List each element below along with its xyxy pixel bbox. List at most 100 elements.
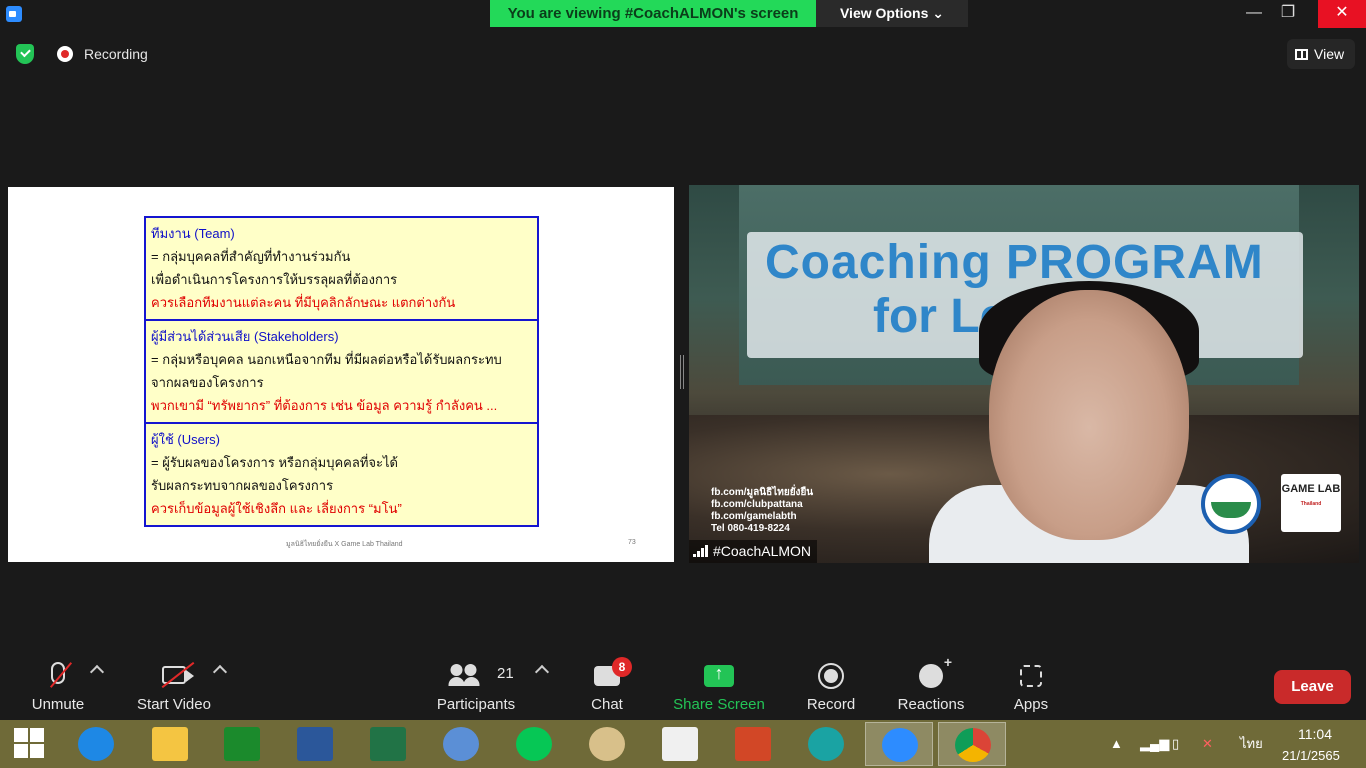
taskbar-excel[interactable] — [354, 722, 422, 766]
input-language[interactable]: ไทย — [1240, 720, 1263, 768]
view-label: View — [1314, 46, 1345, 62]
emoji-icon — [919, 654, 952, 688]
slide-footer: มูลนิธิไทยยั่งยืน X Game Lab Thailand — [286, 541, 403, 548]
participant-count: 21 — [497, 665, 514, 682]
participants-label: Participants — [436, 696, 516, 713]
leave-meeting-button[interactable]: Leave — [1274, 670, 1351, 704]
grid-icon — [1295, 49, 1308, 60]
section-highlight: ควรเก็บข้อมูลผู้ใช้เชิงลึก และ เลี่ยงการ… — [151, 501, 402, 516]
participant-video[interactable]: Coaching PROGRAM for Le er fb.com/มูลนิธ… — [689, 185, 1359, 563]
volume-muted-icon[interactable]: ✕ — [1202, 720, 1213, 768]
chat-label: Chat — [591, 696, 623, 713]
contact-line: fb.com/gamelabth — [711, 511, 797, 522]
taskbar-lisrel[interactable] — [646, 722, 714, 766]
start-video-label: Start Video — [137, 696, 211, 713]
windows-start-icon[interactable] — [14, 728, 46, 760]
share-screen-button[interactable]: Share Screen — [670, 656, 768, 716]
gamelab-logo-sub: Thailand — [1300, 501, 1322, 507]
slide-page-number: 73 — [628, 539, 636, 546]
zoom-icon — [882, 728, 918, 762]
taskbar-zoom[interactable] — [865, 722, 933, 766]
viewing-banner-text: You are viewing #CoachALMON's screen — [490, 0, 816, 27]
share-screen-icon — [704, 663, 734, 687]
network-signal-icon[interactable]: ▂▄▆ — [1140, 720, 1169, 768]
apps-icon — [1020, 665, 1042, 687]
section-line: = กลุ่มหรือบุคคล นอกเหนือจากทีม ที่มีผลต… — [151, 352, 502, 367]
chrome-icon — [955, 728, 991, 762]
speaker-face — [989, 290, 1189, 540]
contact-line: fb.com/clubpattana — [711, 499, 803, 510]
record-label: Record — [806, 696, 856, 713]
background-title-line1: Coaching PROGRAM — [765, 236, 1264, 289]
section-line: เพื่อดำเนินการโครงการให้บรรลุผลที่ต้องกา… — [151, 272, 398, 287]
section-highlight: ควรเลือกทีมงานแต่ละคน ที่มีบุคลิกลักษณะ … — [151, 295, 456, 310]
battery-icon[interactable]: ▯ — [1172, 720, 1179, 768]
taskbar-edge[interactable] — [792, 722, 860, 766]
clock-date[interactable]: 21/1/2565 — [1282, 748, 1340, 763]
store-icon — [224, 727, 260, 761]
taskbar-word[interactable] — [281, 722, 349, 766]
contact-info: fb.com/มูลนิธิไทยยั่งยืน fb.com/clubpatt… — [711, 487, 813, 535]
microphone-muted-icon — [51, 662, 65, 684]
apps-label: Apps — [1013, 696, 1049, 713]
window-titlebar: You are viewing #CoachALMON's screen Vie… — [0, 0, 1366, 28]
contact-line: Tel 080-419-8224 — [711, 523, 790, 534]
gamelab-logo-text: GAME LAB — [1281, 483, 1341, 495]
unmute-label: Unmute — [31, 696, 85, 713]
section-line: จากผลของโครงการ — [151, 375, 264, 390]
section-line: = กลุ่มบุคคลที่สำคัญที่ทำงานร่วมกัน — [151, 249, 351, 264]
line-icon — [516, 727, 552, 761]
folder-icon — [152, 727, 188, 761]
powerpoint-icon — [735, 727, 771, 761]
section-line: รับผลกระทบจากผลของโครงการ — [151, 478, 334, 493]
maximize-button[interactable]: ❐ — [1268, 0, 1308, 28]
section-line: = ผู้รับผลของโครงการ หรือกลุ่มบุคคลที่จะ… — [151, 455, 398, 470]
section-highlight: พวกเขามี “ทรัพยากร” ที่ต้องการ เช่น ข้อม… — [151, 398, 498, 413]
unmute-button[interactable]: Unmute — [22, 656, 94, 716]
viewing-banner: You are viewing #CoachALMON's screen Vie… — [490, 0, 968, 27]
taskbar-calculator[interactable] — [427, 722, 495, 766]
split-view-divider[interactable] — [680, 355, 684, 389]
participants-options-caret[interactable] — [534, 664, 550, 680]
tray-overflow-icon[interactable]: ▲ — [1110, 720, 1123, 768]
taskbar-line[interactable] — [500, 722, 568, 766]
recording-icon[interactable] — [57, 46, 73, 62]
taskbar-store[interactable] — [208, 722, 276, 766]
slide-table: ทีมงาน (Team) = กลุ่มบุคคลที่สำคัญที่ทำง… — [144, 216, 539, 527]
slide-section-users: ผู้ใช้ (Users) = ผู้รับผลของโครงการ หรือ… — [146, 424, 537, 525]
calculator-icon — [443, 727, 479, 761]
section-heading: ทีมงาน (Team) — [151, 226, 235, 241]
paint-icon — [589, 727, 625, 761]
camera-off-icon — [162, 666, 194, 684]
slide-section-team: ทีมงาน (Team) = กลุ่มบุคคลที่สำคัญที่ทำง… — [146, 218, 537, 321]
word-icon — [297, 727, 333, 761]
chat-unread-badge: 8 — [612, 657, 632, 677]
excel-icon — [370, 727, 406, 761]
taskbar-powerpoint[interactable] — [719, 722, 787, 766]
view-layout-button[interactable]: View — [1287, 39, 1355, 69]
clock-time[interactable]: 11:04 — [1298, 726, 1332, 742]
foundation-logo — [1201, 474, 1261, 534]
view-options-button[interactable]: View Options ⌄ — [816, 0, 968, 27]
internet-explorer-icon — [78, 727, 114, 761]
record-button[interactable]: Record — [802, 656, 860, 716]
participant-name-tag: #CoachALMON — [689, 540, 818, 563]
taskbar-internet-explorer[interactable] — [62, 722, 130, 766]
security-shield-icon[interactable] — [16, 44, 34, 64]
apps-button[interactable]: Apps — [1008, 656, 1054, 716]
participant-name: #CoachALMON — [713, 543, 812, 559]
reactions-button[interactable]: Reactions — [894, 654, 968, 716]
taskbar-file-explorer[interactable] — [136, 722, 204, 766]
slide-section-stakeholders: ผู้มีส่วนได้ส่วนเสีย (Stakeholders) = กล… — [146, 321, 537, 424]
section-heading: ผู้ใช้ (Users) — [151, 432, 221, 447]
edge-icon — [808, 727, 844, 761]
section-heading: ผู้มีส่วนได้ส่วนเสีย (Stakeholders) — [151, 329, 339, 344]
share-screen-label: Share Screen — [673, 696, 765, 713]
zoom-app-icon — [6, 6, 22, 22]
taskbar-paint[interactable] — [573, 722, 641, 766]
contact-line: fb.com/มูลนิธิไทยยั่งยืน — [711, 487, 814, 498]
signal-strength-icon — [693, 545, 709, 557]
close-window-button[interactable]: ✕ — [1318, 0, 1366, 28]
start-video-button[interactable]: Start Video — [130, 656, 218, 716]
taskbar-chrome[interactable] — [938, 722, 1006, 766]
